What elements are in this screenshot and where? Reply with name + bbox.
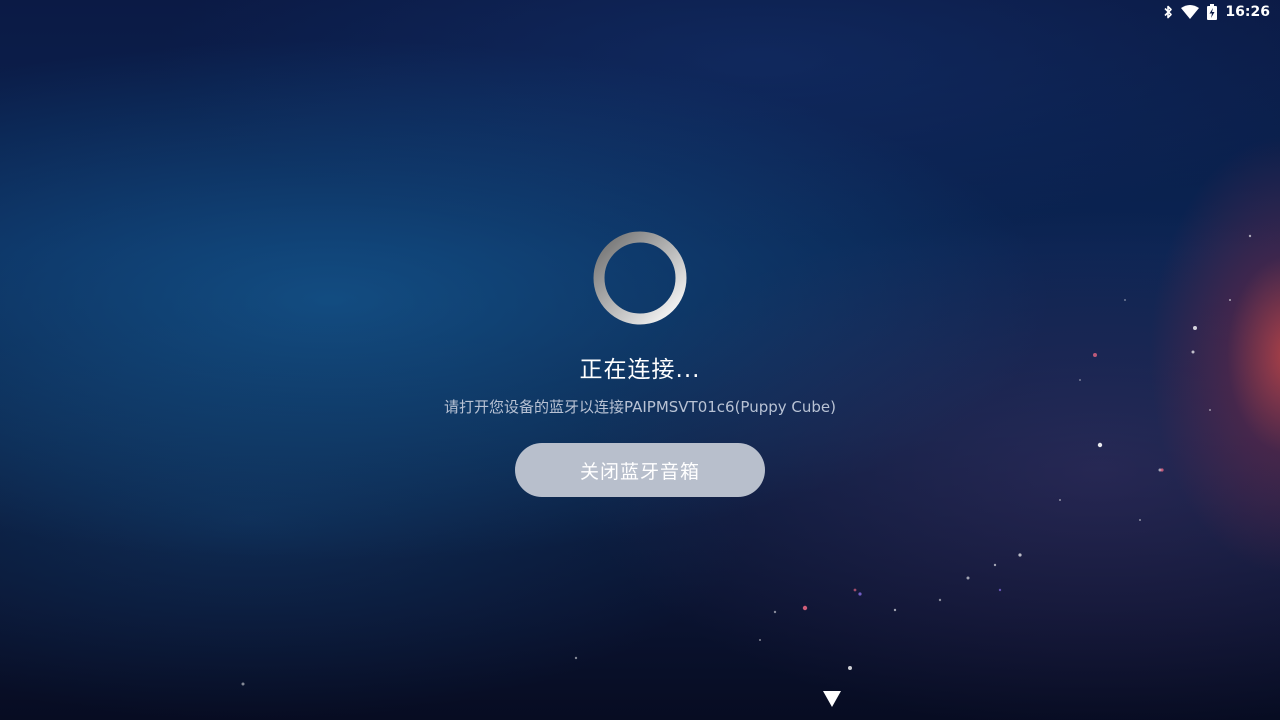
bluetooth-icon [1163, 5, 1173, 19]
wifi-icon [1181, 5, 1200, 19]
connection-panel: 正在连接... 请打开您设备的蓝牙以连接PAIPMSVT01c6(Puppy C… [0, 228, 1280, 497]
connection-instruction: 请打开您设备的蓝牙以连接PAIPMSVT01c6(Puppy Cube) [444, 398, 836, 416]
status-time: 16:26 [1225, 4, 1270, 20]
close-bluetooth-speaker-button[interactable]: 关闭蓝牙音箱 [515, 443, 765, 497]
status-bar: 16:26 [1153, 0, 1280, 24]
battery-charging-icon [1207, 4, 1218, 20]
loading-spinner-icon [593, 231, 687, 325]
down-arrow-icon[interactable] [822, 690, 842, 708]
connecting-title: 正在连接... [579, 357, 701, 383]
